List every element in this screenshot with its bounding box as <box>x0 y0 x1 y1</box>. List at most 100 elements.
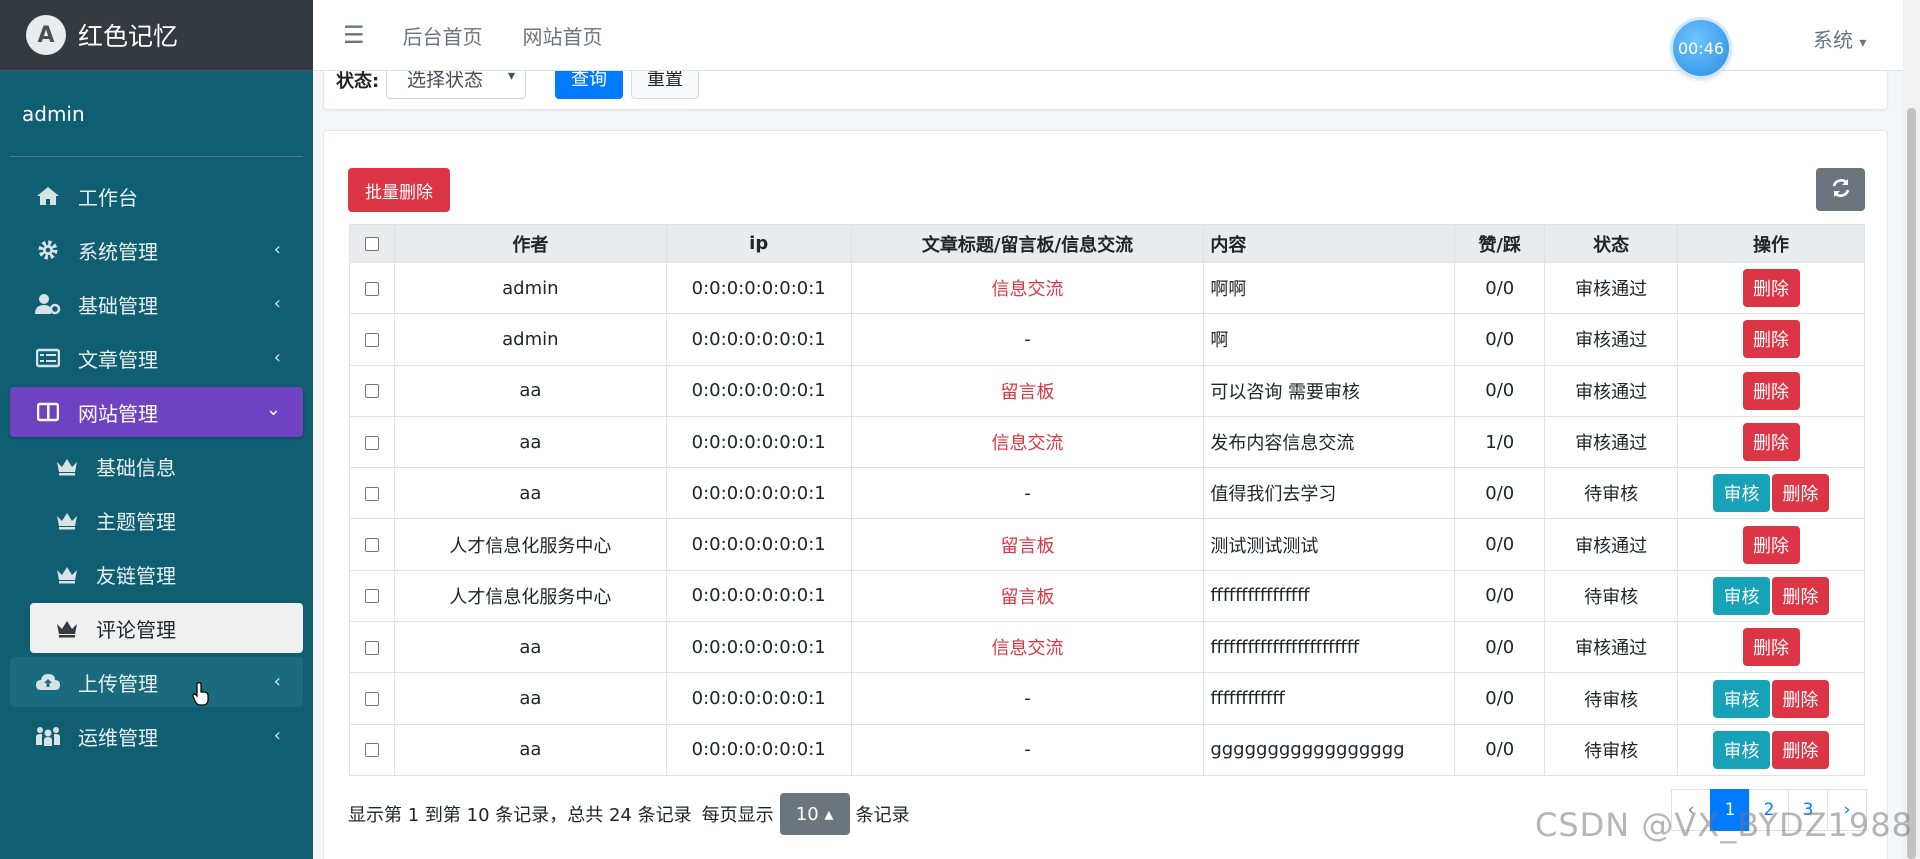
per-page-suffix: 条记录 <box>855 805 910 826</box>
mouse-pointer-icon <box>192 682 210 710</box>
ip-cell: 0:0:0:0:0:0:0:1 <box>665 467 852 520</box>
sidebar-item-label: 上传管理 <box>78 671 158 696</box>
sidebar-item-dashboard[interactable]: 工作台 <box>10 171 303 221</box>
nav-link-site-home[interactable]: 网站首页 <box>523 21 603 50</box>
sidebar-item-website[interactable]: 网站管理 ⌄ <box>10 387 303 437</box>
table-row: admin 0:0:0:0:0:0:0:1 - 啊 0/0 审核通过 删除 <box>349 313 1865 366</box>
row-checkbox[interactable] <box>364 435 379 450</box>
column-header[interactable]: 文章标题/留言板/信息交流 <box>850 224 1205 263</box>
actions-cell: 审核 删除 <box>1677 723 1865 776</box>
column-header[interactable]: 赞/踩 <box>1454 224 1546 263</box>
sidebar-subitem-links[interactable]: 友链管理 <box>30 549 303 599</box>
content-cell: ffffffffffff <box>1203 672 1456 725</box>
sidebar-item-upload[interactable]: 上传管理 ‹ <box>10 657 303 707</box>
delete-button[interactable]: 删除 <box>1742 371 1800 410</box>
caret-down-icon: ▾ <box>1859 35 1867 51</box>
sidebar-subitem-theme[interactable]: 主题管理 <box>30 495 303 545</box>
sidebar-subitem-basic-info[interactable]: 基础信息 <box>30 441 303 491</box>
status-cell: 审核通过 <box>1544 313 1679 366</box>
actions-cell: 审核 删除 <box>1677 467 1865 520</box>
actions-cell: 审核 删除 <box>1677 672 1865 725</box>
crown-icon <box>54 510 80 530</box>
row-checkbox[interactable] <box>364 281 379 296</box>
nav-link-admin-home[interactable]: 后台首页 <box>403 21 483 50</box>
author-cell: aa <box>393 672 667 725</box>
scrollbar-thumb[interactable] <box>1907 108 1916 859</box>
watermark: CSDN @VX_BYDZ1988 <box>1535 806 1913 844</box>
menu-toggle-icon[interactable]: ☰ <box>343 21 365 49</box>
title-link[interactable]: 留言板 <box>850 518 1205 571</box>
brand[interactable]: A 红色记忆 <box>0 0 313 71</box>
audit-button[interactable]: 审核 <box>1713 474 1771 513</box>
votes-cell: 0/0 <box>1454 364 1546 417</box>
ip-cell: 0:0:0:0:0:0:0:1 <box>665 621 852 674</box>
row-checkbox[interactable] <box>364 743 379 758</box>
page-scrollbar[interactable] <box>1903 0 1920 859</box>
audit-button[interactable]: 审核 <box>1713 730 1771 769</box>
column-header[interactable]: 内容 <box>1203 224 1456 263</box>
select-all-checkbox[interactable] <box>364 237 379 251</box>
row-checkbox[interactable] <box>364 332 379 347</box>
actions-cell: 删除 <box>1677 313 1865 366</box>
batch-delete-button[interactable]: 批量删除 <box>348 168 450 212</box>
system-dropdown[interactable]: 系统 ▾ <box>1813 24 1866 53</box>
row-checkbox[interactable] <box>364 692 379 707</box>
row-checkbox[interactable] <box>364 538 379 553</box>
user-panel[interactable]: admin <box>10 71 303 157</box>
column-header[interactable]: 状态 <box>1544 224 1679 263</box>
title-link[interactable]: 信息交流 <box>850 415 1205 469</box>
sidebar-subitem-comments[interactable]: 评论管理 <box>30 603 303 653</box>
votes-cell: 0/0 <box>1454 261 1546 315</box>
refresh-button[interactable] <box>1816 168 1865 211</box>
status-cell: 待审核 <box>1544 467 1679 520</box>
content-cell: 发布内容信息交流 <box>1203 415 1456 469</box>
delete-button[interactable]: 删除 <box>1742 525 1800 564</box>
chevron-left-icon: ‹ <box>273 347 281 368</box>
sidebar-item-system[interactable]: 系统管理 ‹ <box>10 225 303 275</box>
title-link[interactable]: 信息交流 <box>850 621 1205 674</box>
sidebar-item-articles[interactable]: 文章管理 ‹ <box>10 333 303 383</box>
content-cell: 啊啊 <box>1203 261 1456 315</box>
delete-button[interactable]: 删除 <box>1742 269 1800 308</box>
row-checkbox[interactable] <box>364 486 379 501</box>
status-cell: 待审核 <box>1544 569 1679 623</box>
title-cell: - <box>850 313 1205 366</box>
row-checkbox[interactable] <box>364 589 379 604</box>
sidebar-item-ops[interactable]: 运维管理 ‹ <box>10 711 303 761</box>
row-checkbox[interactable] <box>364 640 379 655</box>
row-checkbox[interactable] <box>364 384 379 399</box>
delete-button[interactable]: 删除 <box>1742 320 1800 359</box>
delete-button[interactable]: 删除 <box>1772 679 1830 718</box>
content-cell: ffffffffffffffff <box>1203 569 1456 623</box>
votes-cell: 0/0 <box>1454 672 1546 725</box>
column-header[interactable]: ip <box>665 224 852 263</box>
votes-cell: 0/0 <box>1454 518 1546 571</box>
ip-cell: 0:0:0:0:0:0:0:1 <box>665 364 852 417</box>
delete-button[interactable]: 删除 <box>1742 628 1800 667</box>
audit-button[interactable]: 审核 <box>1713 576 1771 615</box>
page-size-dropdown[interactable]: 10 ▴ <box>779 793 850 835</box>
delete-button[interactable]: 删除 <box>1772 474 1830 513</box>
status-cell: 审核通过 <box>1544 261 1679 315</box>
table-header-row: 作者 ip 文章标题/留言板/信息交流 内容 赞/踩 状态 操作 <box>349 224 1865 263</box>
author-cell: admin <box>393 261 667 315</box>
title-link[interactable]: 信息交流 <box>850 261 1205 315</box>
columns-icon <box>34 400 62 424</box>
cloud-upload-icon <box>34 670 62 694</box>
delete-button[interactable]: 删除 <box>1772 730 1830 769</box>
title-link[interactable]: 留言板 <box>850 569 1205 623</box>
author-cell: aa <box>393 415 667 469</box>
per-page-prefix: 每页显示 <box>701 805 774 826</box>
delete-button[interactable]: 删除 <box>1742 423 1800 462</box>
content-cell: 测试测试测试 <box>1203 518 1456 571</box>
title-link[interactable]: 留言板 <box>850 364 1205 417</box>
sidebar-item-basic[interactable]: 基础管理 ‹ <box>10 279 303 329</box>
column-header[interactable]: 作者 <box>393 224 667 263</box>
audit-button[interactable]: 审核 <box>1713 679 1771 718</box>
votes-cell: 1/0 <box>1454 415 1546 469</box>
table-row: admin 0:0:0:0:0:0:0:1 信息交流 啊啊 0/0 审核通过 删… <box>349 261 1865 315</box>
timer-badge[interactable]: 00:46 <box>1673 20 1729 76</box>
content-cell: 啊 <box>1203 313 1456 366</box>
delete-button[interactable]: 删除 <box>1772 576 1830 615</box>
author-cell: aa <box>393 467 667 520</box>
